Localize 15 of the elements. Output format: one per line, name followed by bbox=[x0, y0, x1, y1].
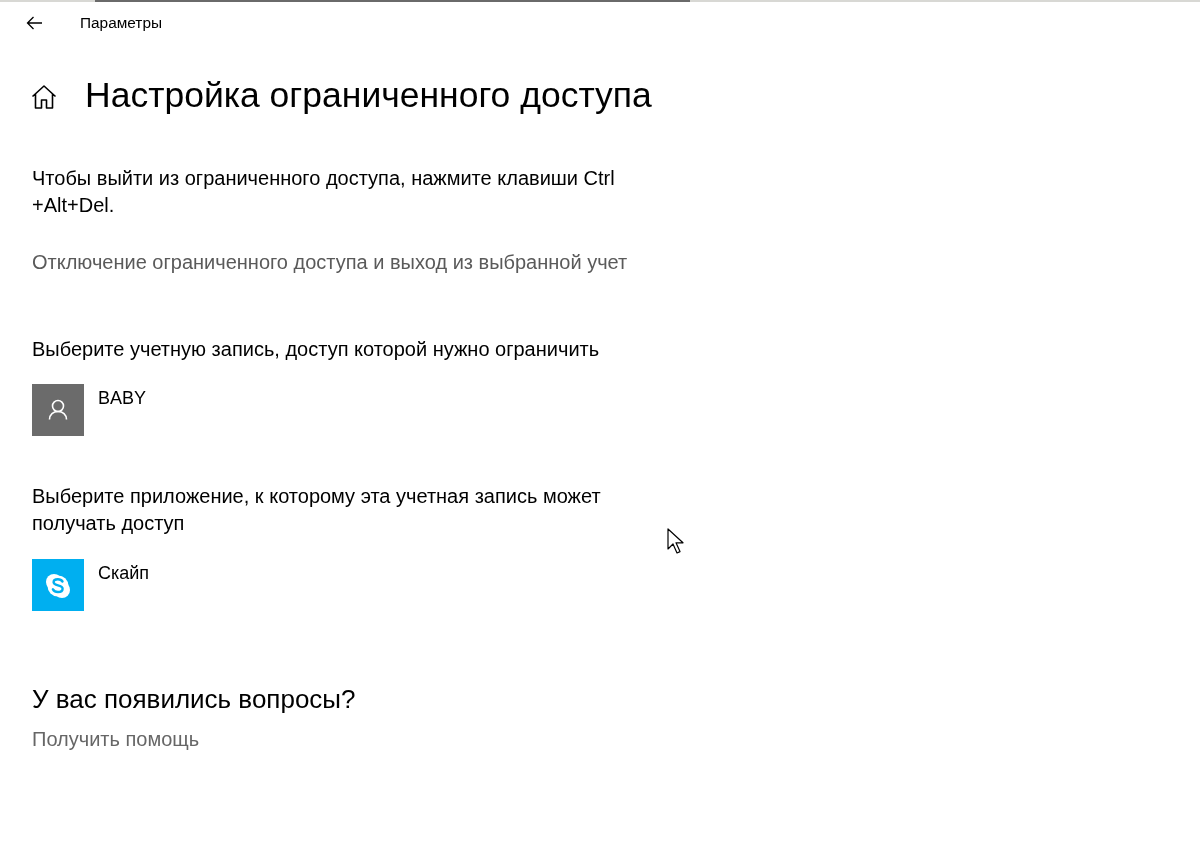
home-icon[interactable] bbox=[31, 84, 57, 110]
page-title: Настройка ограниченного доступа bbox=[85, 78, 652, 114]
window-title: Параметры bbox=[80, 13, 163, 34]
exit-hint-text: Чтобы выйти из ограниченного доступа, нажмите клавиши Ctrl +Alt+Del. bbox=[32, 166, 615, 218]
mouse-pointer-icon bbox=[667, 528, 684, 554]
get-help-link[interactable]: Получить помощь bbox=[32, 726, 200, 753]
disable-assigned-access-link[interactable]: Отключение ограниченного доступа и выход из выбранной учет bbox=[32, 249, 628, 276]
app-section-heading: Выберите приложение, к которому эта учетная запись может получать доступ bbox=[32, 484, 601, 536]
account-button[interactable]: BABY bbox=[32, 384, 147, 436]
back-icon bbox=[25, 16, 43, 30]
skype-logo-icon bbox=[32, 559, 84, 611]
app-button[interactable]: Скайп bbox=[32, 559, 150, 611]
help-heading: У вас появились вопросы? bbox=[32, 684, 356, 714]
account-section-heading: Выберите учетную запись, доступ которой нужно ограничить bbox=[32, 337, 600, 362]
user-avatar-icon bbox=[32, 384, 84, 436]
